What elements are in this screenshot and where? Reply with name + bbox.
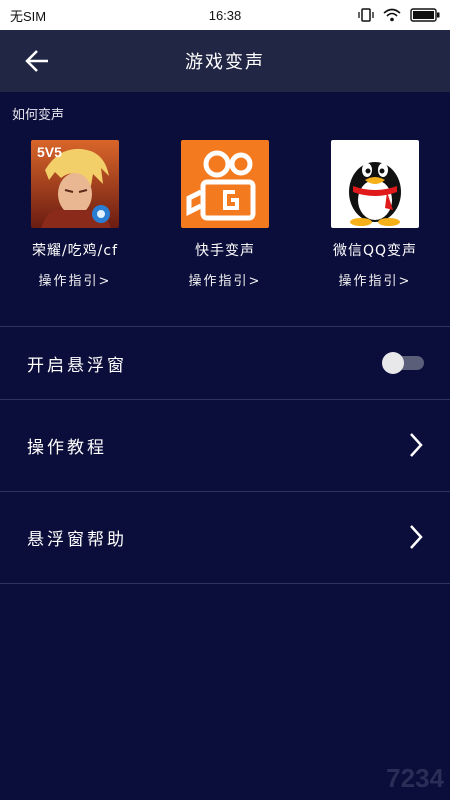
watermark: 7234 bbox=[386, 763, 444, 793]
back-arrow-icon[interactable] bbox=[22, 46, 54, 76]
qq-penguin-icon bbox=[331, 140, 419, 228]
status-icons bbox=[358, 8, 440, 22]
carrier-label: 无SIM bbox=[10, 8, 47, 24]
page-title: 游戏变声 bbox=[185, 52, 265, 73]
header-bar: 游戏变声 bbox=[0, 30, 450, 92]
chevron-right-icon bbox=[410, 433, 423, 457]
wifi-icon bbox=[383, 8, 401, 22]
setting-label: 操作教程 bbox=[27, 437, 107, 458]
status-bar: 无SIM 16:38 bbox=[0, 0, 450, 30]
status-time: 16:38 bbox=[208, 7, 242, 23]
setting-row-floating-window[interactable]: 开启悬浮窗 bbox=[0, 327, 450, 399]
toggle-knob bbox=[382, 352, 404, 374]
app-grid: 5V5 荣耀/吃鸡/cf 操作指引> 快手变声 操作指引> 微信QQ变声 操作指… bbox=[0, 140, 450, 300]
floating-window-toggle[interactable] bbox=[382, 352, 424, 374]
kuaishou-icon bbox=[181, 140, 269, 228]
setting-label: 悬浮窗帮助 bbox=[27, 529, 127, 550]
app-item-qq[interactable]: 微信QQ变声 操作指引> bbox=[305, 140, 445, 289]
app-name: 微信QQ变声 bbox=[332, 243, 418, 259]
setting-label: 开启悬浮窗 bbox=[27, 355, 127, 376]
divider bbox=[0, 583, 450, 584]
app-guide-link[interactable]: 操作指引> bbox=[5, 270, 145, 289]
svg-text:5V5: 5V5 bbox=[37, 144, 62, 160]
setting-row-floating-help[interactable]: 悬浮窗帮助 bbox=[0, 492, 450, 582]
setting-row-tutorial[interactable]: 操作教程 bbox=[0, 400, 450, 490]
app-name: 快手变声 bbox=[195, 243, 255, 259]
app-guide-link[interactable]: 操作指引> bbox=[155, 270, 295, 289]
section-label: 如何变声 bbox=[12, 108, 65, 123]
app-item-game[interactable]: 5V5 荣耀/吃鸡/cf 操作指引> bbox=[5, 140, 145, 289]
app-item-kuaishou[interactable]: 快手变声 操作指引> bbox=[155, 140, 295, 289]
game-hero-icon: 5V5 bbox=[31, 140, 119, 228]
battery-icon bbox=[410, 8, 440, 22]
chevron-right-icon bbox=[410, 525, 423, 549]
app-guide-link[interactable]: 操作指引> bbox=[305, 270, 445, 289]
app-name: 荣耀/吃鸡/cf bbox=[31, 243, 119, 259]
vibrate-icon bbox=[358, 8, 374, 22]
